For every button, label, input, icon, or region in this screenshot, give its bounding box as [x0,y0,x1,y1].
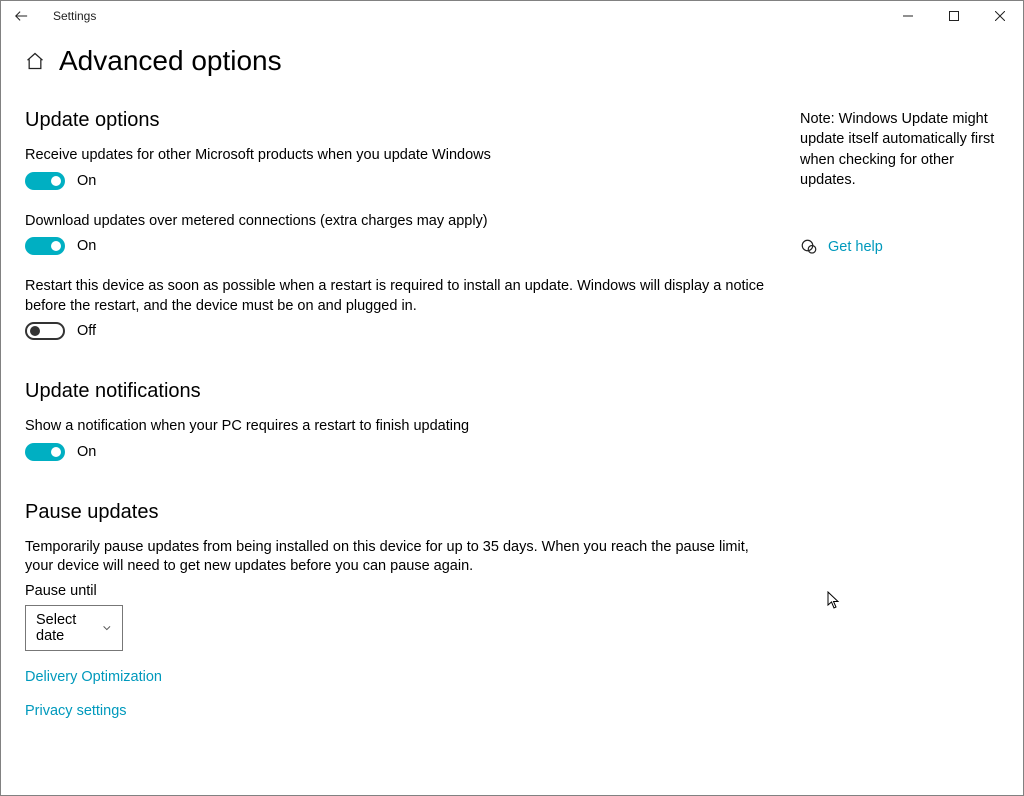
help-icon [800,238,818,256]
setting-desc: Receive updates for other Microsoft prod… [25,146,780,166]
home-icon[interactable] [25,51,45,71]
toggle-show-notification[interactable] [25,443,65,461]
setting-desc: Download updates over metered connection… [25,212,780,232]
side-note: Note: Windows Update might update itself… [800,109,999,190]
maximize-icon [949,11,959,21]
minimize-icon [903,11,913,21]
select-value: Select date [36,612,94,644]
toggle-row-metered: On [25,237,780,255]
link-get-help[interactable]: Get help [828,239,883,255]
window-controls [885,1,1023,31]
close-button[interactable] [977,1,1023,31]
settings-window: Settings Advanced options Update options… [0,0,1024,796]
toggle-state-label: On [77,173,96,189]
titlebar: Settings [1,1,1023,31]
pause-updates-desc: Temporarily pause updates from being ins… [25,538,780,577]
back-button[interactable] [1,1,41,31]
toggle-state-label: On [77,238,96,254]
side-column: Note: Windows Update might update itself… [780,109,999,719]
page-header: Advanced options [1,31,1023,77]
chevron-down-icon [102,622,112,634]
app-title: Settings [53,9,96,23]
setting-desc: Show a notification when your PC require… [25,417,780,437]
pause-until-label: Pause until [25,583,780,599]
toggle-row-receive-updates: On [25,172,780,190]
toggle-row-restart-device: Off [25,322,780,340]
main-column: Update options Receive updates for other… [25,109,780,719]
setting-desc: Restart this device as soon as possible … [25,277,780,316]
toggle-row-show-notification: On [25,443,780,461]
link-delivery-optimization[interactable]: Delivery Optimization [25,669,780,685]
maximize-button[interactable] [931,1,977,31]
help-row: Get help [800,238,999,256]
arrow-left-icon [14,9,28,23]
page-body: Update options Receive updates for other… [1,77,1023,719]
link-privacy-settings[interactable]: Privacy settings [25,703,780,719]
pause-until-select[interactable]: Select date [25,605,123,651]
toggle-metered-connections[interactable] [25,237,65,255]
toggle-receive-updates[interactable] [25,172,65,190]
section-title-pause-updates: Pause updates [25,501,780,524]
minimize-button[interactable] [885,1,931,31]
toggle-restart-device[interactable] [25,322,65,340]
section-title-update-options: Update options [25,109,780,132]
close-icon [995,11,1005,21]
page-title: Advanced options [59,45,282,77]
toggle-state-label: Off [77,323,96,339]
toggle-state-label: On [77,444,96,460]
section-title-update-notifications: Update notifications [25,380,780,403]
titlebar-left: Settings [1,1,96,31]
